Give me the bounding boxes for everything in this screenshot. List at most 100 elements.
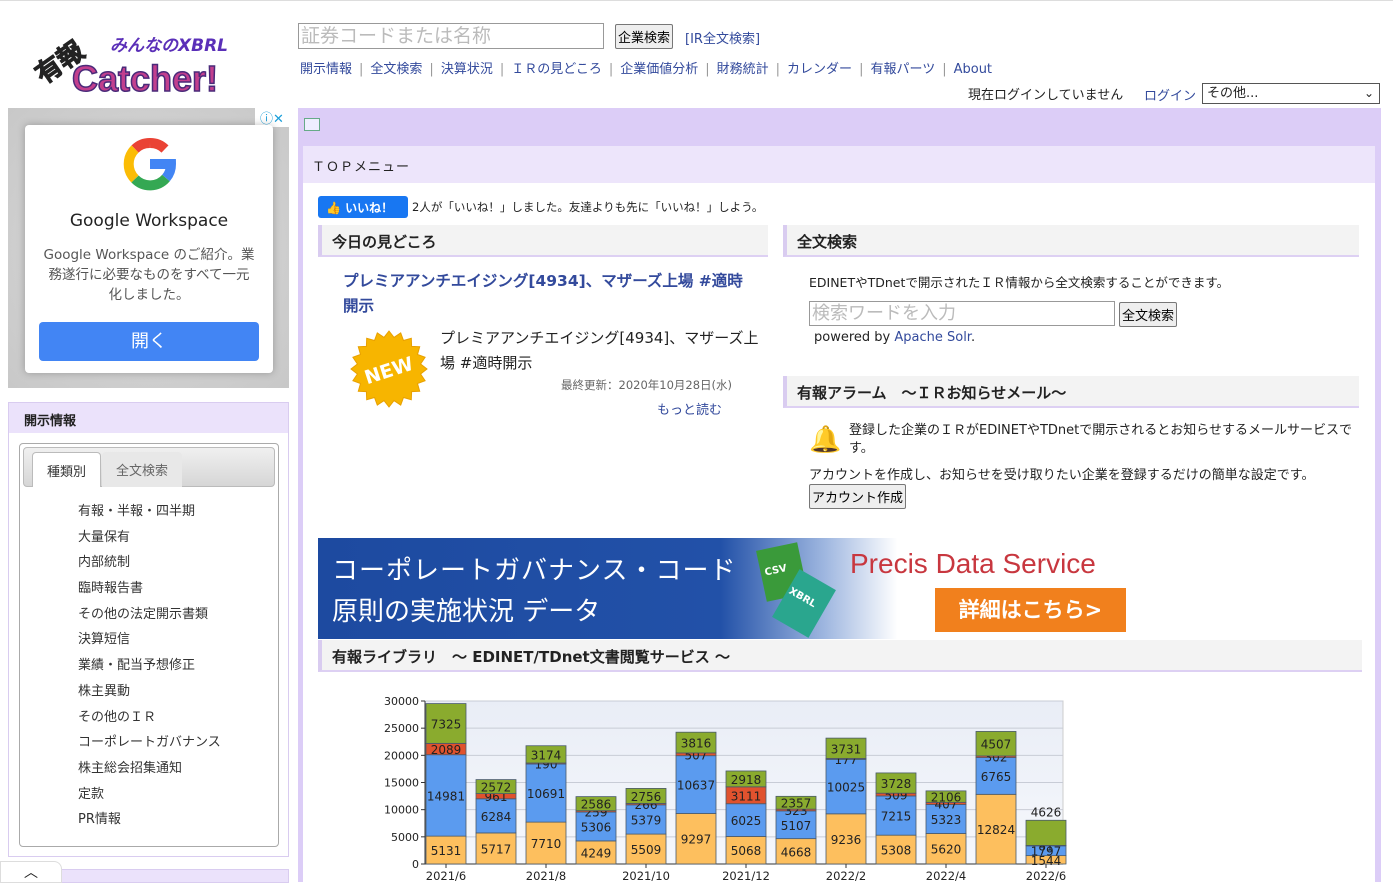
section-pick-title: 今日の見どころ [318, 225, 768, 257]
new-badge-icon: NEW [349, 329, 429, 409]
fulltext-description: EDINETやTDnetで開示されたＩＲ情報から全文検索することができます。 [809, 272, 1229, 291]
ad-card[interactable]: Google Workspace Google Workspace のご紹介。業… [25, 125, 273, 373]
data-label: 5131 [431, 844, 462, 858]
nav-link[interactable]: カレンダー [787, 62, 852, 77]
precis-data-banner[interactable]: コーポレートガバナンス・コード 原則の実施状況 データ CSV XBRL Pre… [318, 538, 1123, 639]
data-label: 4668 [781, 845, 812, 859]
data-label: 2572 [481, 781, 512, 795]
tab-fulltext[interactable]: 全文検索 [102, 452, 182, 487]
data-label: 7215 [881, 810, 912, 824]
data-label: 3731 [831, 742, 862, 756]
ad-open-button[interactable]: 開く [39, 322, 259, 361]
data-label: 2089 [431, 743, 462, 757]
section-library-title: 有報ライブラリ ～ EDINET/TDnet文書閲覧サービス ～ [318, 640, 1362, 672]
collapse-sidebar-icon[interactable] [304, 118, 320, 131]
nav-link[interactable]: 開示情報 [300, 62, 352, 77]
page-title: ＴＯＰメニュー [303, 146, 1375, 183]
sidebar-item[interactable]: 株主異動 [78, 680, 221, 706]
nav-link[interactable]: ＩＲの見どころ [511, 62, 602, 77]
sidebar-item[interactable]: その他の法定開示書類 [78, 603, 221, 629]
data-label: 9297 [681, 833, 712, 847]
nav-separator: | [776, 62, 780, 77]
bar-segment [1026, 820, 1066, 845]
fulltext-search-input[interactable]: 検索ワードを入力 [809, 301, 1115, 326]
company-search-button[interactable]: 企業検索 [615, 24, 673, 49]
sidebar-item[interactable]: 大量保有 [78, 526, 221, 552]
nav-separator: | [609, 62, 613, 77]
sidebar-item[interactable]: 株主総会招集通知 [78, 757, 221, 783]
data-label: 7325 [431, 717, 462, 731]
nav-separator: | [359, 62, 363, 77]
ir-fulltext-link[interactable]: [IR全文検索] [685, 28, 760, 47]
data-label: 6284 [481, 810, 512, 824]
bell-icon: 🔔 [809, 425, 841, 455]
facebook-like-count: 2人が「いいね！」しました。友達よりも先に「いいね！」しよう。 [412, 199, 763, 215]
create-account-button[interactable]: アカウント作成 [809, 484, 906, 509]
data-label: 5107 [781, 819, 812, 833]
data-label: 2586 [581, 798, 612, 812]
data-label: 10637 [677, 779, 715, 793]
y-tick-label: 5000 [391, 831, 419, 844]
apache-solr-link[interactable]: Apache Solr [894, 330, 971, 345]
nav-link[interactable]: 決算状況 [441, 62, 493, 77]
data-label: 5379 [631, 813, 662, 827]
nav-link[interactable]: 有報パーツ [870, 62, 935, 77]
svg-text:Catcher!: Catcher! [72, 58, 218, 98]
sidebar-title: 開示情報 [9, 403, 288, 433]
nav-link[interactable]: 企業価値分析 [620, 62, 698, 77]
site-logo[interactable]: 有報 みんなのXBRL Catcher! [30, 23, 250, 98]
other-select-value: その他... [1207, 86, 1258, 101]
powered-by: powered by Apache Solr. [814, 330, 975, 345]
tab-by-type[interactable]: 種類別 [32, 452, 101, 487]
sidebar-list: 有報・半報・四半期大量保有内部統制臨時報告書その他の法定開示書類決算短信業績・配… [78, 500, 221, 834]
data-label: 7710 [531, 837, 562, 851]
fb-like-label: いいね！ [345, 201, 393, 215]
ad-description: Google Workspace のご紹介。業務遂行に必要なものをすべて一元化し… [25, 245, 273, 305]
google-logo-icon [121, 135, 179, 193]
data-label: 3111 [731, 789, 762, 803]
pick-date: 最終更新：2020年10月28日(水) [561, 377, 732, 393]
data-label: 5068 [731, 844, 762, 858]
ad-brand: Google Workspace [25, 211, 273, 231]
nav-link[interactable]: 財務統計 [717, 62, 769, 77]
other-select[interactable]: その他...⌄ [1202, 83, 1380, 104]
data-label: 5323 [931, 813, 962, 827]
thumbs-up-icon: 👍 [326, 201, 341, 215]
read-more-link[interactable]: もっと読む [657, 399, 722, 418]
sidebar-item[interactable]: その他のＩＲ [78, 706, 221, 732]
nav-link[interactable]: About [954, 62, 992, 77]
sidebar-item[interactable]: 決算短信 [78, 628, 221, 654]
fulltext-search-button[interactable]: 全文検索 [1119, 302, 1177, 327]
data-label: 5308 [881, 844, 912, 858]
sidebar-item[interactable]: 業績・配当予想修正 [78, 654, 221, 680]
data-label: 2918 [731, 773, 762, 787]
sidebar-item[interactable]: 臨時報告書 [78, 577, 221, 603]
y-tick-label: 25000 [384, 722, 419, 735]
sidebar-item[interactable]: 内部統制 [78, 551, 221, 577]
sidebar-item[interactable]: PR情報 [78, 808, 221, 834]
data-label: 5620 [931, 843, 962, 857]
main-panel: ＴＯＰメニュー 👍 いいね！ 2人が「いいね！」しました。友達よりも先に「いいね… [298, 108, 1381, 882]
main-nav: 開示情報|全文検索|決算状況|ＩＲの見どころ|企業価値分析|財務統計|カレンダー… [300, 58, 992, 77]
banner-details-button[interactable]: 詳細はこちら> [935, 588, 1126, 632]
sidebar-item[interactable]: 有報・半報・四半期 [78, 500, 221, 526]
pick-article-link[interactable]: プレミアアンチエイジング[4934]、マザーズ上場 #適時開示 [343, 269, 753, 319]
data-label: 14981 [427, 789, 465, 803]
data-label: 4507 [981, 738, 1012, 752]
nav-separator: | [859, 62, 863, 77]
alarm-instructions: アカウントを作成し、お知らせを受け取りたい企業を登録するだけの簡単な設定です。 [809, 464, 1314, 483]
scroll-top-button[interactable]: ︿ [0, 861, 62, 883]
data-label: 3174 [531, 748, 562, 762]
nav-link[interactable]: 全文検索 [370, 62, 422, 77]
login-link[interactable]: ログイン [1144, 85, 1196, 104]
login-status: 現在ログインしていません [968, 84, 1123, 103]
sidebar-item[interactable]: コーポレートガバナンス [78, 731, 221, 757]
facebook-like-button[interactable]: 👍 いいね！ [318, 196, 408, 218]
data-label: 9236 [831, 833, 862, 847]
data-label: 2756 [631, 790, 662, 804]
banner-brand: Precis Data Service [850, 548, 1096, 580]
company-search-input[interactable]: 証券コードまたは名称 [298, 23, 604, 49]
ad-banner[interactable]: ⓘ✕ Google Workspace Google Workspace のご紹… [8, 108, 289, 388]
y-tick-label: 30000 [384, 695, 419, 708]
sidebar-item[interactable]: 定款 [78, 783, 221, 809]
